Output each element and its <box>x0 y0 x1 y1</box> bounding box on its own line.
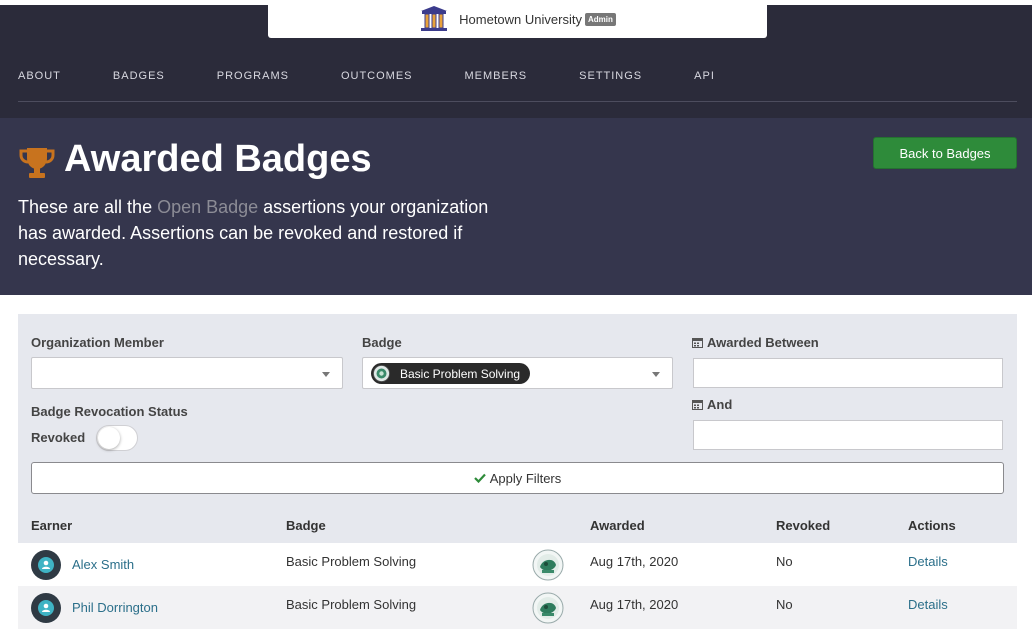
page-title: Awarded Badges <box>64 138 372 180</box>
col-revoked: Revoked <box>776 518 831 533</box>
avatar-icon <box>31 593 61 623</box>
back-to-badges-button[interactable]: Back to Badges <box>873 137 1017 169</box>
nav-programs[interactable]: PROGRAMS <box>217 70 289 82</box>
member-filter-label: Organization Member <box>31 335 164 350</box>
page-description: These are all the Open Badge assertions … <box>18 194 518 272</box>
awarded-between-text: Awarded Between <box>707 335 819 350</box>
revocation-status-label: Badge Revocation Status <box>31 404 188 419</box>
awarded-from-input[interactable] <box>693 358 1003 388</box>
filter-panel: Organization Member Badge Basic Problem … <box>18 314 1017 507</box>
badge-chip-label: Basic Problem Solving <box>400 366 521 381</box>
awarded-to-input[interactable] <box>693 420 1003 450</box>
nav-settings[interactable]: SETTINGS <box>579 70 642 82</box>
awarded-date: Aug 17th, 2020 <box>590 597 679 612</box>
trophy-icon <box>19 148 55 178</box>
badge-chip[interactable]: Basic Problem Solving <box>371 363 531 384</box>
revoked-toggle[interactable] <box>96 425 138 451</box>
table-header: Earner Badge Awarded Revoked Actions <box>18 507 1017 543</box>
apply-filters-label: Apply Filters <box>489 470 562 486</box>
hero-banner: Awarded Badges These are all the Open Ba… <box>0 118 1032 295</box>
description-prefix: These are all the <box>18 197 158 217</box>
awarded-between-label: Awarded Between <box>692 335 819 350</box>
table-row: Phil Dorrington Basic Problem Solving Au… <box>18 586 1017 629</box>
badge-filter-label: Badge <box>362 335 402 350</box>
col-awarded: Awarded <box>590 518 645 533</box>
earner-link[interactable]: Phil Dorrington <box>72 600 158 615</box>
university-logo-icon <box>421 6 448 31</box>
revoked-status: No <box>776 554 793 569</box>
avatar-icon <box>31 550 61 580</box>
and-text: And <box>707 397 733 412</box>
revoked-status: No <box>776 597 793 612</box>
details-link[interactable]: Details <box>908 597 948 612</box>
nav-members[interactable]: MEMBERS <box>465 70 528 82</box>
nav-about[interactable]: ABOUT <box>18 70 61 82</box>
brand-box[interactable]: Hometown University Admin <box>268 0 767 38</box>
open-badge-link[interactable]: Open Badge <box>157 197 258 217</box>
chevron-down-icon <box>322 372 330 377</box>
calendar-icon <box>692 400 703 410</box>
table-row: Alex Smith Basic Problem Solving Aug 17t… <box>18 543 1017 586</box>
col-earner: Earner <box>31 518 73 533</box>
nav-api[interactable]: API <box>694 70 715 82</box>
main-nav: ABOUT BADGES PROGRAMS OUTCOMES MEMBERS S… <box>18 70 715 82</box>
badge-name: Basic Problem Solving <box>286 554 417 569</box>
brand-name: Hometown University <box>459 11 582 27</box>
badge-thumbnail-icon <box>373 365 390 382</box>
nav-outcomes[interactable]: OUTCOMES <box>341 70 413 82</box>
badge-image-icon <box>532 549 564 581</box>
awarded-date: Aug 17th, 2020 <box>590 554 679 569</box>
nav-divider <box>18 101 1017 102</box>
admin-badge: Admin <box>584 12 616 26</box>
details-link[interactable]: Details <box>908 554 948 569</box>
nav-badges[interactable]: BADGES <box>113 70 165 82</box>
member-select[interactable] <box>31 357 343 389</box>
top-bar: Hometown University Admin ABOUT BADGES P… <box>0 0 1032 118</box>
toggle-knob <box>98 427 120 449</box>
chevron-down-icon <box>652 372 660 377</box>
col-actions: Actions <box>908 518 956 533</box>
and-label: And <box>692 397 732 412</box>
badge-name: Basic Problem Solving <box>286 597 417 612</box>
col-badge: Badge <box>286 518 326 533</box>
badge-select[interactable]: Basic Problem Solving <box>362 357 673 389</box>
apply-filters-button[interactable]: Apply Filters <box>31 462 1004 494</box>
revoked-label: Revoked <box>31 430 86 445</box>
badge-image-icon <box>532 592 564 624</box>
check-icon <box>473 473 486 483</box>
calendar-icon <box>692 338 703 348</box>
earner-link[interactable]: Alex Smith <box>72 557 134 572</box>
